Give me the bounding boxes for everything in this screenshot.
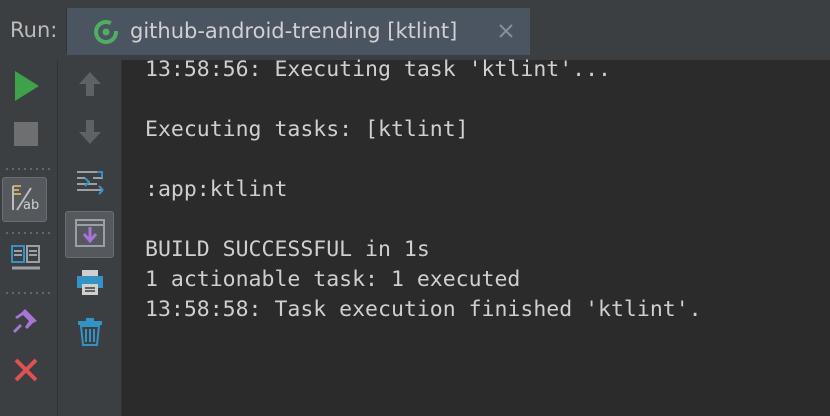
separator (4, 168, 50, 170)
pin-button[interactable] (8, 304, 44, 340)
layout-icon (11, 244, 41, 276)
separator (4, 292, 50, 294)
run-toolbar-right (57, 60, 122, 416)
stop-button[interactable] (8, 116, 44, 156)
close-icon[interactable] (497, 22, 515, 40)
console-line: Executing tasks: [ktlint] (145, 117, 469, 142)
console-line: BUILD SUCCESSFUL in 1s (145, 237, 430, 262)
gradle-run-icon (93, 19, 119, 45)
stop-icon (13, 121, 39, 151)
pin-icon (11, 305, 41, 339)
soft-wrap-icon: ab (9, 182, 41, 218)
separator (4, 232, 50, 234)
filter-button[interactable] (72, 166, 108, 202)
print-button[interactable] (72, 266, 108, 302)
close-icon (13, 357, 39, 387)
rerun-button[interactable] (8, 68, 44, 108)
scroll-to-end-icon (74, 217, 106, 253)
run-tool-window-header: Run: github-android-trending [ktlint] (0, 0, 830, 60)
run-toolbar-left: ab (0, 60, 57, 416)
console-line: 13:58:58: Task execution finished 'ktlin… (145, 297, 702, 322)
print-icon (75, 267, 105, 301)
previous-occurrence-button[interactable] (72, 68, 108, 104)
down-arrow-icon (77, 118, 103, 150)
layout-button[interactable] (8, 242, 44, 278)
console-output[interactable]: 13:58:56: Executing task 'ktlint'... Exe… (123, 57, 830, 416)
console-line: 13:58:56: Executing task 'ktlint'... (145, 57, 611, 82)
tab-title: github-android-trending [ktlint] (130, 19, 458, 43)
clear-all-button[interactable] (72, 316, 108, 352)
scroll-to-end-button[interactable] (65, 211, 114, 258)
console-line: 1 actionable task: 1 executed (145, 267, 521, 292)
trash-icon (76, 317, 104, 351)
svg-text:ab: ab (23, 198, 39, 213)
soft-wrap-button[interactable]: ab (2, 177, 47, 222)
rerun-icon (11, 69, 41, 107)
filter-icon (75, 168, 105, 200)
tab-run-configuration[interactable]: github-android-trending [ktlint] (67, 8, 530, 55)
close-button[interactable] (8, 354, 44, 390)
next-occurrence-button[interactable] (72, 116, 108, 152)
run-label: Run: (10, 18, 58, 42)
console-line: :app:ktlint (145, 177, 288, 202)
up-arrow-icon (77, 70, 103, 102)
